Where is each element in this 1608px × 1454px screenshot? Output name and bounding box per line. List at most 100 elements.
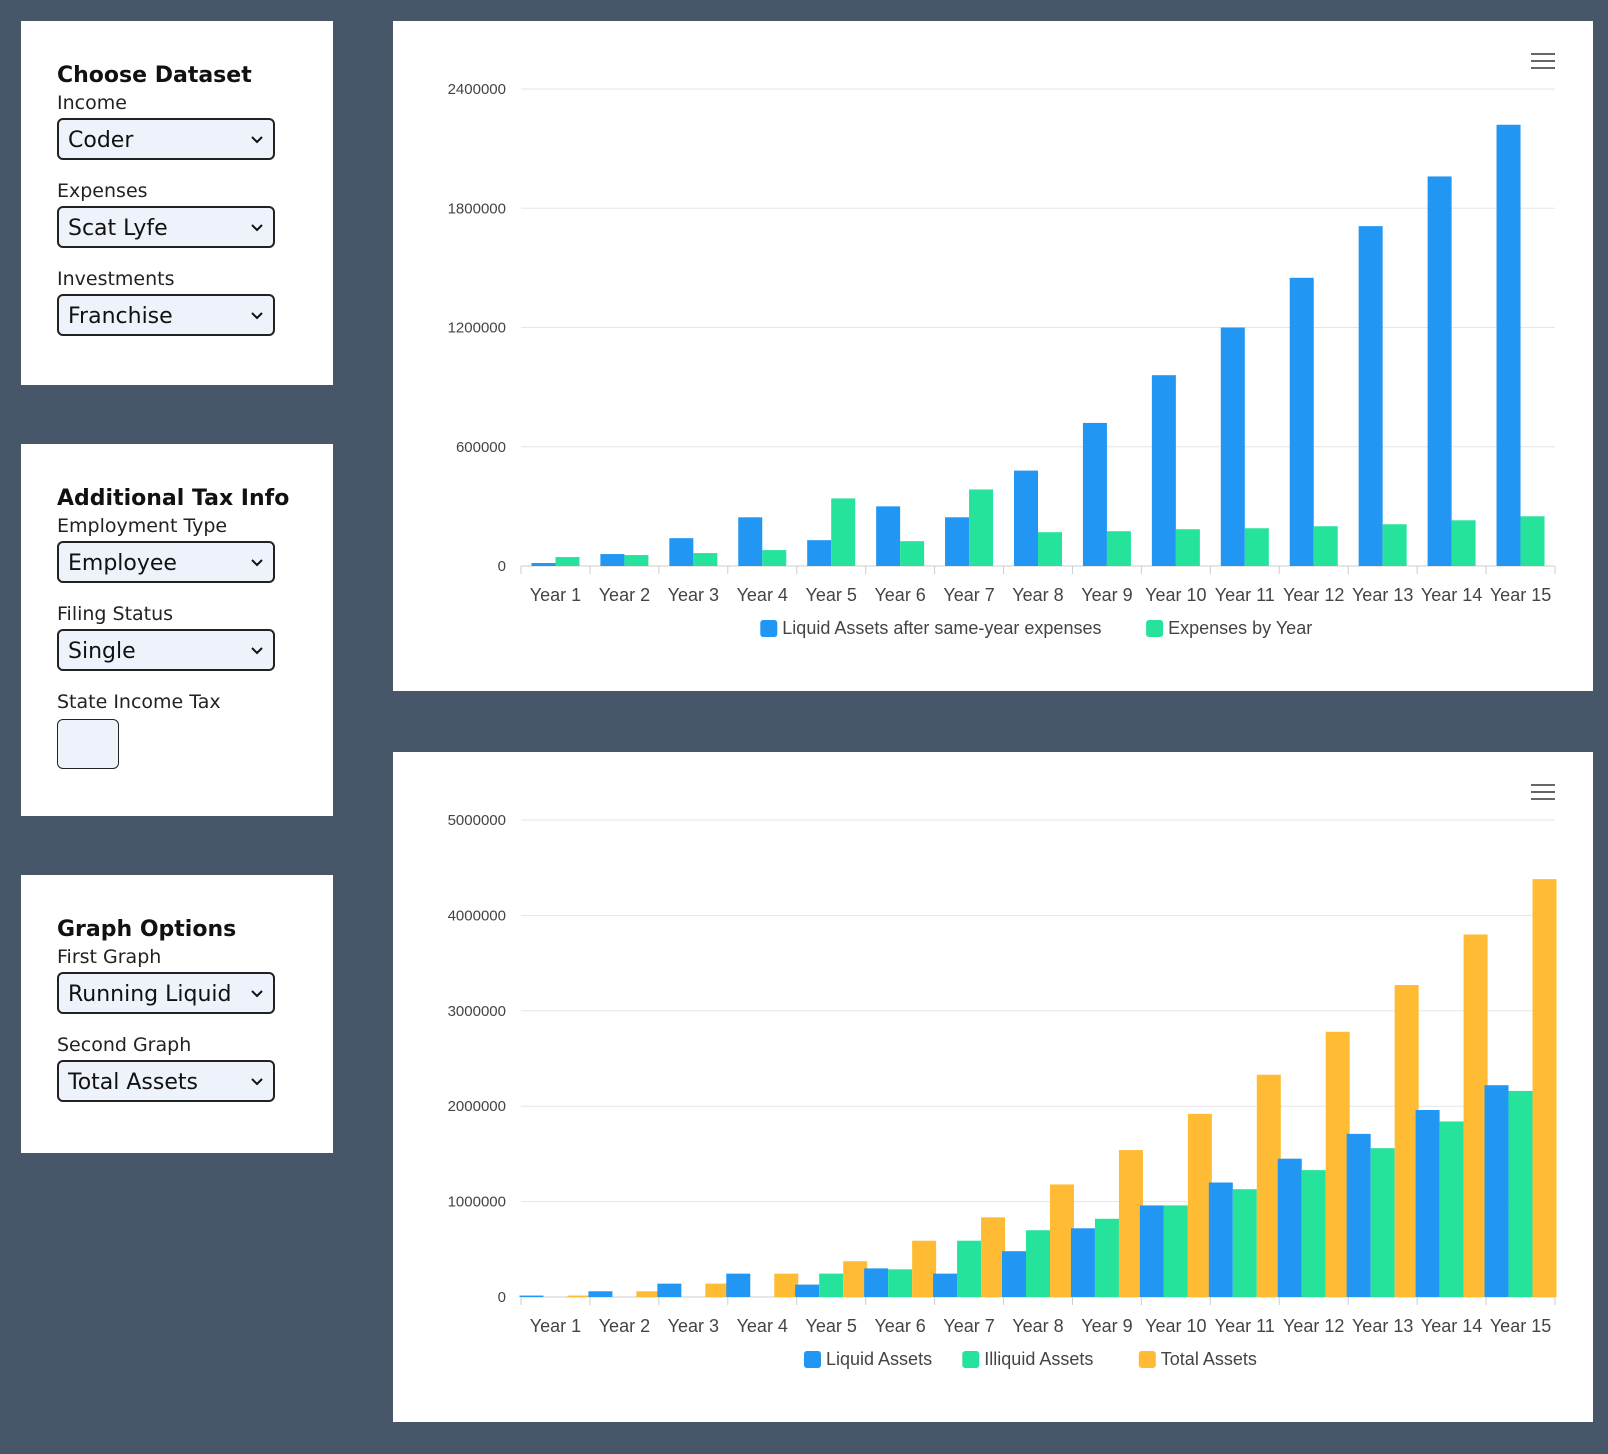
bar-liquid-assets-after-same-year-expenses[interactable] <box>669 538 694 566</box>
bar-expenses-by-year[interactable] <box>831 498 856 566</box>
graph-options-title: Graph Options <box>57 917 237 942</box>
y-tick-label: 1000000 <box>448 1194 506 1211</box>
x-tick-label: Year 8 <box>1012 585 1063 605</box>
bar-expenses-by-year[interactable] <box>624 555 649 566</box>
bar-liquid-assets[interactable] <box>933 1273 958 1297</box>
legend-swatch[interactable] <box>962 1351 980 1368</box>
bar-total-assets[interactable] <box>636 1291 661 1297</box>
y-tick-label: 1200000 <box>448 320 506 337</box>
bar-illiquid-assets[interactable] <box>1163 1205 1188 1297</box>
bar-expenses-by-year[interactable] <box>1451 520 1476 566</box>
bar-total-assets[interactable] <box>705 1283 730 1297</box>
legend-label[interactable]: Liquid Assets <box>826 1349 932 1369</box>
bar-liquid-assets-after-same-year-expenses[interactable] <box>1496 124 1521 567</box>
bar-liquid-assets-after-same-year-expenses[interactable] <box>876 506 901 566</box>
second-graph-select[interactable]: Total Assets <box>57 1060 275 1102</box>
legend-swatch[interactable] <box>804 1351 821 1368</box>
legend-label[interactable]: Liquid Assets after same-year expenses <box>782 618 1101 638</box>
x-tick-label: Year 9 <box>1081 1316 1132 1336</box>
bar-total-assets[interactable] <box>1118 1150 1143 1297</box>
bar-liquid-assets[interactable] <box>1415 1110 1440 1297</box>
legend-label[interactable]: Total Assets <box>1161 1349 1257 1369</box>
bar-total-assets[interactable] <box>1532 879 1557 1297</box>
bar-total-assets[interactable] <box>1325 1031 1350 1297</box>
bar-total-assets[interactable] <box>567 1295 592 1297</box>
bar-liquid-assets[interactable] <box>726 1273 751 1297</box>
employment-type-select[interactable]: Employee <box>57 541 275 583</box>
state-income-tax-label: State Income Tax <box>57 691 221 713</box>
bar-liquid-assets[interactable] <box>1208 1182 1233 1297</box>
bar-liquid-assets[interactable] <box>519 1295 544 1297</box>
y-tick-label: 600000 <box>456 439 506 456</box>
bar-liquid-assets-after-same-year-expenses[interactable] <box>1289 277 1314 566</box>
bar-liquid-assets[interactable] <box>1346 1133 1371 1297</box>
bar-illiquid-assets[interactable] <box>1094 1218 1119 1297</box>
bar-expenses-by-year[interactable] <box>1382 524 1407 566</box>
legend-label[interactable]: Expenses by Year <box>1168 618 1312 638</box>
bar-liquid-assets[interactable] <box>1277 1158 1302 1297</box>
bar-total-assets[interactable] <box>1050 1184 1074 1297</box>
bar-liquid-assets-after-same-year-expenses[interactable] <box>1151 375 1176 566</box>
bar-total-assets[interactable] <box>1463 934 1488 1297</box>
bar-expenses-by-year[interactable] <box>1175 529 1200 566</box>
bar-expenses-by-year[interactable] <box>693 553 718 566</box>
bar-illiquid-assets[interactable] <box>1301 1170 1326 1297</box>
bar-expenses-by-year[interactable] <box>1520 516 1545 566</box>
bar-expenses-by-year[interactable] <box>762 550 787 566</box>
bar-liquid-assets[interactable] <box>1002 1251 1026 1297</box>
investments-select[interactable]: Franchise <box>57 294 275 336</box>
state-income-tax-input[interactable] <box>57 719 119 769</box>
bar-liquid-assets-after-same-year-expenses[interactable] <box>531 563 556 566</box>
income-select[interactable]: Coder <box>57 118 275 160</box>
bar-liquid-assets[interactable] <box>795 1284 820 1297</box>
bar-liquid-assets-after-same-year-expenses[interactable] <box>807 540 832 566</box>
bar-liquid-assets[interactable] <box>864 1268 889 1297</box>
legend-swatch[interactable] <box>760 620 778 637</box>
bar-illiquid-assets[interactable] <box>957 1240 982 1297</box>
bar-illiquid-assets[interactable] <box>819 1273 844 1297</box>
bar-liquid-assets[interactable] <box>1139 1205 1164 1297</box>
bar-illiquid-assets[interactable] <box>1026 1230 1050 1297</box>
bar-liquid-assets-after-same-year-expenses[interactable] <box>1220 327 1245 567</box>
bar-liquid-assets[interactable] <box>1070 1228 1095 1297</box>
bar-liquid-assets-after-same-year-expenses[interactable] <box>600 554 625 566</box>
bar-liquid-assets-after-same-year-expenses[interactable] <box>1358 226 1383 566</box>
bar-expenses-by-year[interactable] <box>1313 526 1338 566</box>
x-tick-label: Year 13 <box>1352 1316 1413 1336</box>
bar-liquid-assets-after-same-year-expenses[interactable] <box>1082 422 1107 566</box>
bar-total-assets[interactable] <box>774 1273 799 1297</box>
bar-illiquid-assets[interactable] <box>1439 1121 1464 1297</box>
bar-liquid-assets-after-same-year-expenses[interactable] <box>1014 470 1038 566</box>
bar-expenses-by-year[interactable] <box>969 489 994 566</box>
investments-select-value: Franchise <box>68 304 173 329</box>
bar-total-assets[interactable] <box>843 1261 868 1297</box>
bar-total-assets[interactable] <box>912 1240 937 1297</box>
legend-label[interactable]: Illiquid Assets <box>984 1349 1093 1369</box>
bar-expenses-by-year[interactable] <box>1038 532 1062 566</box>
bar-illiquid-assets[interactable] <box>1508 1090 1533 1297</box>
bar-total-assets[interactable] <box>1394 985 1419 1297</box>
bar-liquid-assets-after-same-year-expenses[interactable] <box>738 517 763 566</box>
legend-swatch[interactable] <box>1138 1351 1156 1368</box>
bar-illiquid-assets[interactable] <box>1370 1148 1395 1297</box>
expenses-select[interactable]: Scat Lyfe <box>57 206 275 248</box>
bar-total-assets[interactable] <box>981 1217 1006 1297</box>
first-graph-select[interactable]: Running Liquid Assets <box>57 972 275 1014</box>
bar-illiquid-assets[interactable] <box>888 1269 913 1297</box>
legend-swatch[interactable] <box>1146 620 1164 637</box>
filing-status-select[interactable]: Single <box>57 629 275 671</box>
bar-liquid-assets-after-same-year-expenses[interactable] <box>1427 176 1452 566</box>
bar-liquid-assets[interactable] <box>657 1283 682 1297</box>
bar-total-assets[interactable] <box>1187 1113 1212 1297</box>
x-tick-label: Year 12 <box>1283 585 1344 605</box>
bar-expenses-by-year[interactable] <box>1244 528 1269 566</box>
bar-expenses-by-year[interactable] <box>900 541 925 566</box>
bar-liquid-assets[interactable] <box>588 1291 613 1297</box>
bar-expenses-by-year[interactable] <box>1106 531 1131 566</box>
bar-illiquid-assets[interactable] <box>1232 1189 1257 1297</box>
bar-expenses-by-year[interactable] <box>555 557 580 566</box>
bar-liquid-assets-after-same-year-expenses[interactable] <box>945 517 970 566</box>
first-graph-card: 2400000 1800000 1200000 600000 0 Year 1 Year 2… <box>393 21 1593 691</box>
bar-liquid-assets[interactable] <box>1484 1085 1509 1297</box>
bar-total-assets[interactable] <box>1256 1074 1281 1297</box>
